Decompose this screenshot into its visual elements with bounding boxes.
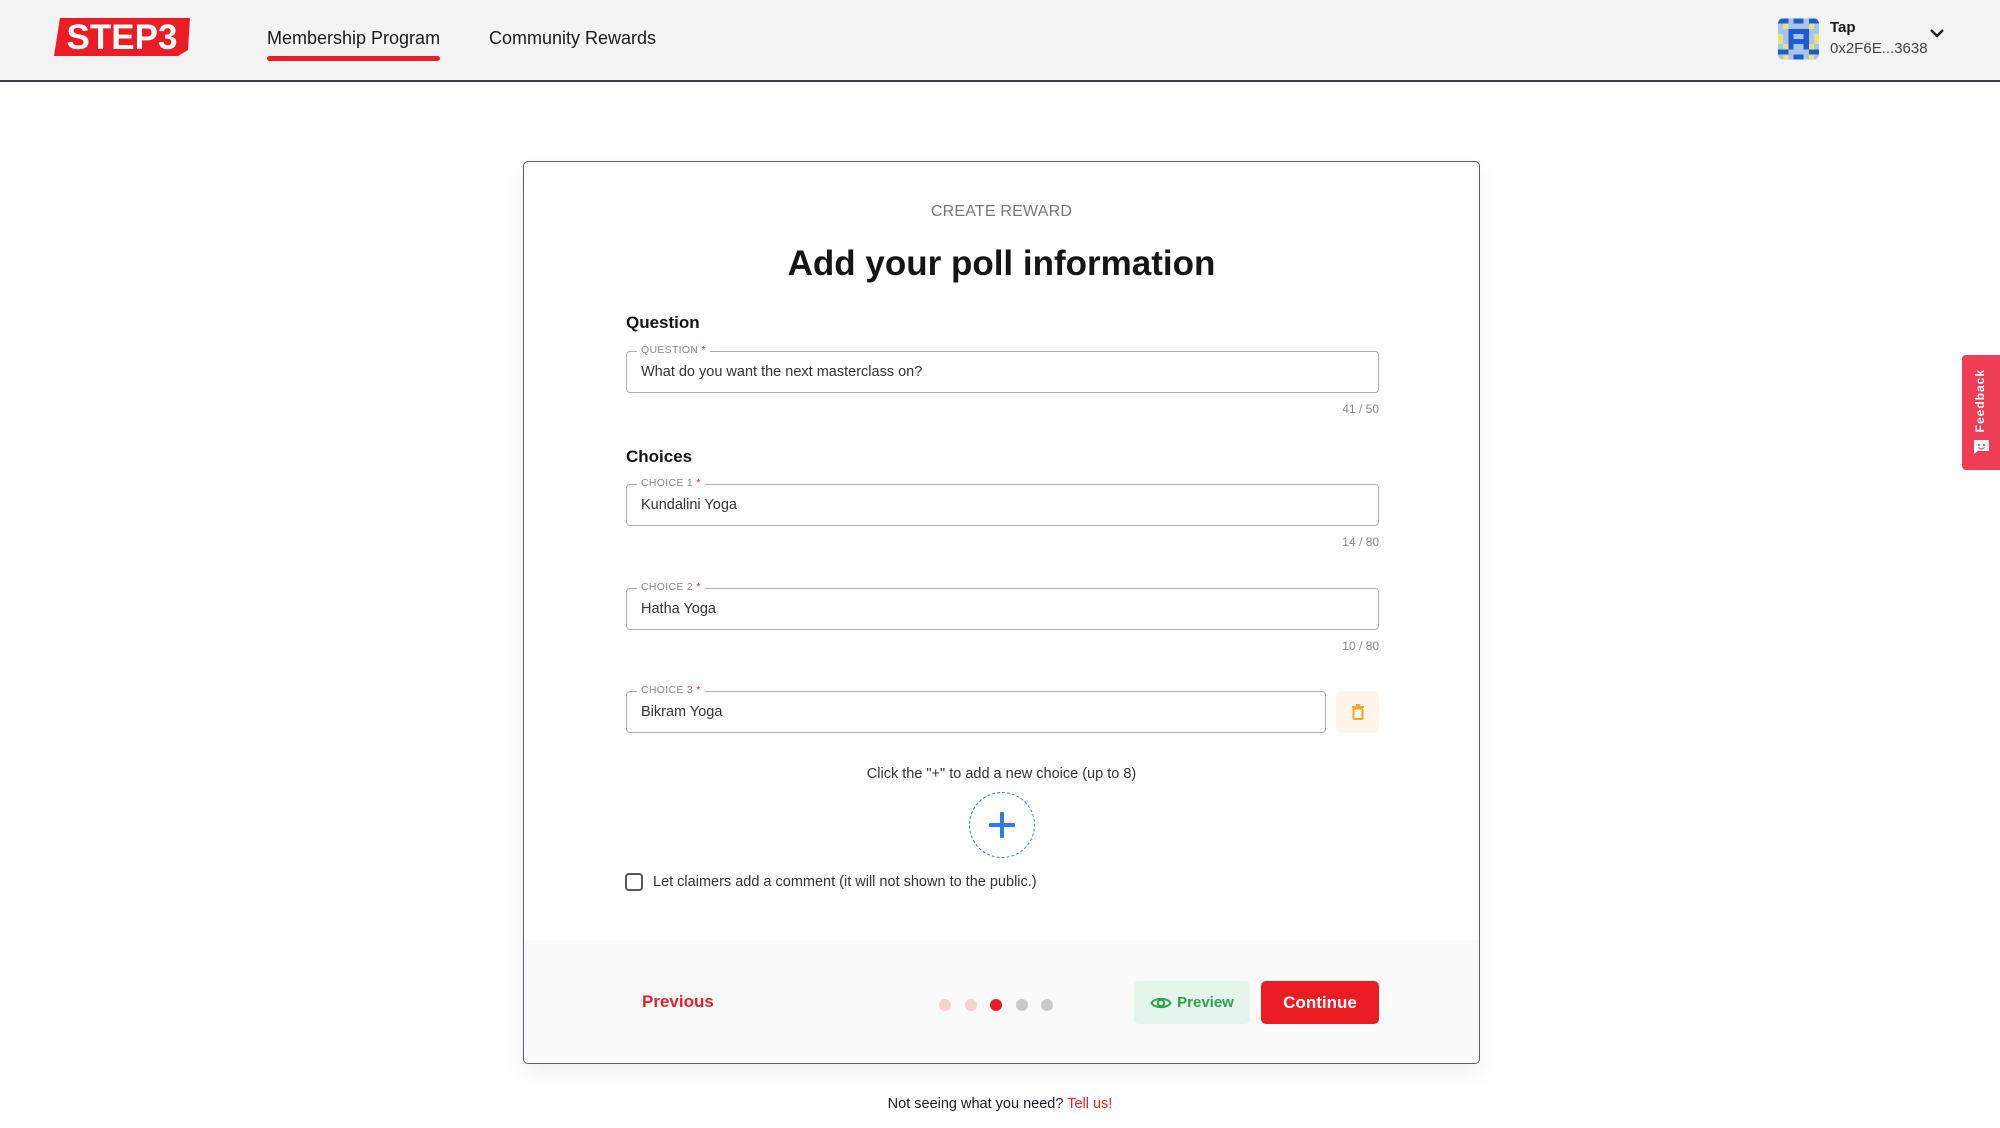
chevron-down-icon[interactable] <box>1928 26 1946 40</box>
allow-comment-option[interactable]: Let claimers add a comment (it will not … <box>625 872 1037 892</box>
page-title: Add your poll information <box>787 244 1216 283</box>
nav-community-rewards-label: Community Rewards <box>489 28 657 48</box>
card-footer: Previous Preview Continue <box>524 940 1479 1063</box>
step-eyebrow: CREATE REWARD <box>930 203 1073 220</box>
choice-2-char-counter: 10 / 80 <box>1342 639 1379 653</box>
continue-button[interactable]: Continue <box>1261 981 1379 1024</box>
question-input[interactable] <box>641 364 1341 380</box>
choice-2-legend: CHOICE 2 * <box>637 581 705 593</box>
step-dot-3-current <box>990 999 1002 1011</box>
preview-label: Preview <box>1177 994 1234 1011</box>
choice-1-legend: CHOICE 1 * <box>637 477 705 489</box>
choice-3-field[interactable]: CHOICE 3 * <box>626 684 1326 733</box>
help-text: Not seeing what you need? <box>887 1096 1064 1112</box>
allow-comment-label[interactable]: Let claimers add a comment (it will not … <box>653 874 1037 890</box>
chat-smile-icon <box>1974 440 1989 454</box>
choice-1-char-counter: 14 / 80 <box>1342 535 1379 549</box>
choice-3-legend: CHOICE 3 * <box>637 684 705 696</box>
plus-icon <box>989 812 1015 838</box>
choice-2-field[interactable]: CHOICE 2 * <box>626 581 1379 630</box>
eye-icon <box>1150 997 1172 1008</box>
step3-logo[interactable]: STEP3 <box>54 18 190 57</box>
nav-community-rewards[interactable]: Community Rewards <box>489 28 656 49</box>
top-header: STEP3 Membership Program Community Rewar… <box>0 0 2000 82</box>
create-reward-card: CREATE REWARD Add your poll information … <box>523 161 1480 1064</box>
feedback-tab[interactable]: Feedback <box>1962 355 2000 470</box>
nav-membership-program[interactable]: Membership Program <box>267 28 441 61</box>
previous-button[interactable]: Previous <box>642 992 714 1012</box>
choice-2-input[interactable] <box>641 601 1341 617</box>
add-choice-button[interactable] <box>969 792 1035 858</box>
step-dot-2 <box>964 999 977 1011</box>
active-nav-underline <box>267 56 441 61</box>
user-avatar[interactable] <box>1778 18 1819 60</box>
bottom-help-note: Not seeing what you need? Tell us! <box>0 1096 2000 1112</box>
step-dot-4 <box>1015 999 1028 1011</box>
choice-1-input[interactable] <box>641 497 1341 513</box>
logo-text: STEP3 <box>67 18 178 56</box>
tell-us-link[interactable]: Tell us! <box>1067 1096 1112 1112</box>
question-legend: QUESTION * <box>637 344 710 356</box>
step-dot-1 <box>939 999 951 1011</box>
choice-1-field[interactable]: CHOICE 1 * <box>626 477 1379 526</box>
delete-choice-3-button[interactable] <box>1336 691 1379 733</box>
question-section-label: Question <box>626 313 700 332</box>
user-name[interactable]: Tap <box>1830 19 1856 36</box>
choices-section-label: Choices <box>626 447 693 466</box>
wallet-address[interactable]: 0x2F6E...3638 <box>1830 40 1928 57</box>
feedback-label: Feedback <box>1973 369 1987 433</box>
step-dot-5 <box>1041 999 1053 1011</box>
allow-comment-checkbox[interactable] <box>625 873 643 891</box>
add-choice-hint: Click the "+" to add a new choice (up to… <box>866 766 1137 782</box>
trash-icon <box>1351 704 1364 720</box>
question-field[interactable]: QUESTION * <box>626 344 1379 393</box>
nav-membership-program-label: Membership Program <box>267 28 441 48</box>
choice-3-input[interactable] <box>641 704 1301 720</box>
preview-button[interactable]: Preview <box>1134 981 1250 1024</box>
question-char-counter: 41 / 50 <box>1342 402 1379 416</box>
